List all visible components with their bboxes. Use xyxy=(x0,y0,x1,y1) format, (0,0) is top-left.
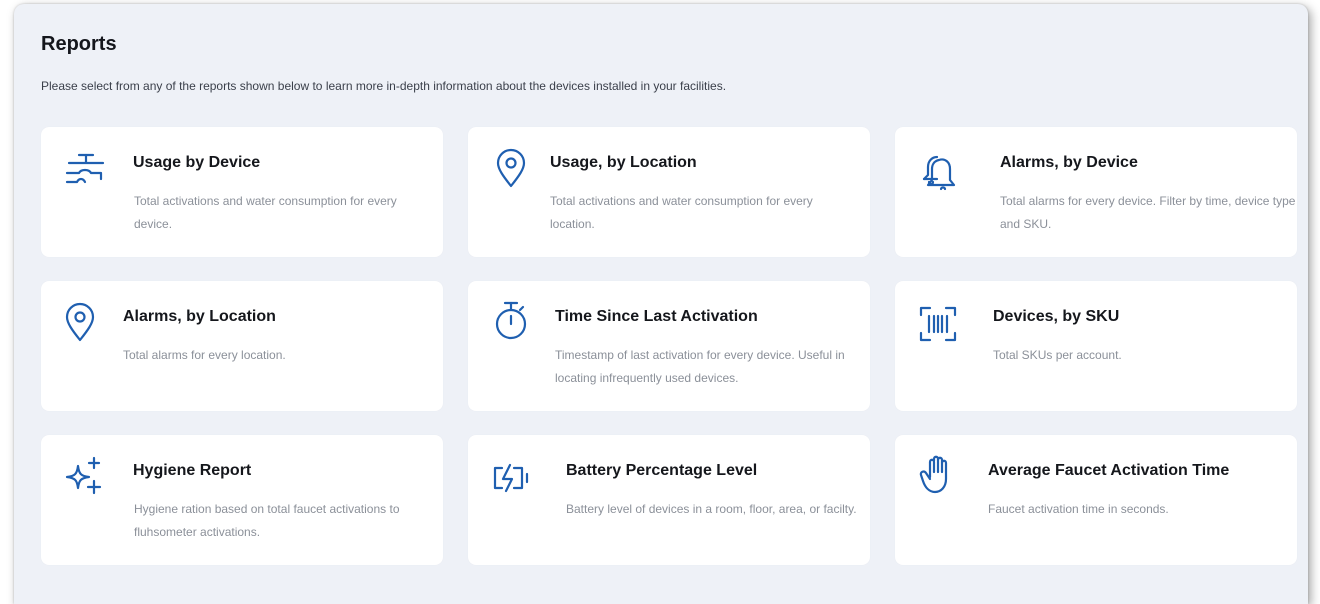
battery-charging-icon xyxy=(490,457,532,499)
report-card-average-faucet-activation-time[interactable]: Average Faucet Activation Time Faucet ac… xyxy=(895,435,1297,565)
card-title: Time Since Last Activation xyxy=(555,308,758,325)
card-title: Devices, by SKU xyxy=(993,308,1120,325)
report-card-time-since-last-activation[interactable]: Time Since Last Activation Timestamp of … xyxy=(468,281,870,411)
location-pin-icon xyxy=(490,147,532,189)
card-title: Battery Percentage Level xyxy=(566,462,758,479)
page-description: Please select from any of the reports sh… xyxy=(41,79,727,93)
card-title: Usage by Device xyxy=(133,154,261,171)
card-title: Usage, by Location xyxy=(550,154,697,171)
card-description: Faucet activation time in seconds. xyxy=(988,502,1169,516)
card-description: Total alarms for every device. Filter by… xyxy=(1000,194,1296,231)
report-card-alarms-by-device[interactable]: Alarms, by Device Total alarms for every… xyxy=(895,127,1297,257)
card-title: Average Faucet Activation Time xyxy=(988,462,1230,479)
page-title: Reports xyxy=(41,33,117,55)
stopwatch-icon xyxy=(490,299,532,341)
report-card-battery-percentage-level[interactable]: Battery Percentage Level Battery level o… xyxy=(468,435,870,565)
card-title: Alarms, by Location xyxy=(123,308,276,325)
report-card-devices-by-sku[interactable]: Devices, by SKU Total SKUs per account. xyxy=(895,281,1297,411)
card-description: Total activations and water consumption … xyxy=(134,194,397,231)
barcode-scan-icon xyxy=(917,303,959,345)
report-card-hygiene-report[interactable]: Hygiene Report Hygiene ration based on t… xyxy=(41,435,443,565)
sparkle-icon xyxy=(63,455,105,497)
card-description: Hygiene ration based on total faucet act… xyxy=(134,502,400,539)
card-title: Alarms, by Device xyxy=(1000,154,1138,171)
hand-icon xyxy=(917,453,959,495)
report-card-usage-by-device[interactable]: Usage by Device Total activations and wa… xyxy=(41,127,443,257)
bell-alarm-icon xyxy=(917,149,959,191)
card-title: Hygiene Report xyxy=(133,462,252,479)
card-description: Total SKUs per account. xyxy=(993,348,1122,362)
faucet-icon xyxy=(63,149,105,191)
card-description: Total activations and water consumption … xyxy=(550,194,813,231)
card-description: Battery level of devices in a room, floo… xyxy=(566,502,857,516)
card-description: Timestamp of last activation for every d… xyxy=(555,348,845,385)
card-description: Total alarms for every location. xyxy=(123,348,286,362)
report-card-alarms-by-location[interactable]: Alarms, by Location Total alarms for eve… xyxy=(41,281,443,411)
location-pin-icon xyxy=(59,301,101,343)
report-card-usage-by-location[interactable]: Usage, by Location Total activations and… xyxy=(468,127,870,257)
